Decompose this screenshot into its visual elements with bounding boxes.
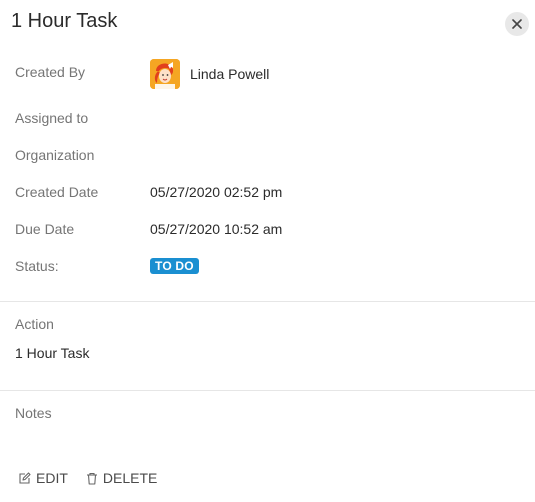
due-date-label: Due Date bbox=[15, 221, 75, 237]
notes-label: Notes bbox=[15, 405, 52, 421]
edit-icon bbox=[19, 471, 31, 484]
trash-icon bbox=[86, 472, 97, 485]
edit-button[interactable]: EDIT bbox=[18, 470, 68, 486]
close-button[interactable] bbox=[505, 12, 529, 36]
action-value: 1 Hour Task bbox=[15, 345, 90, 361]
status-label: Status: bbox=[15, 258, 59, 274]
footer-actions: EDIT DELETE bbox=[18, 470, 175, 486]
delete-button[interactable]: DELETE bbox=[86, 470, 157, 486]
avatar bbox=[150, 59, 180, 89]
task-details-panel: 1 Hour Task Created By Linda Powell Assi… bbox=[0, 0, 535, 502]
created-date-value: 05/27/2020 02:52 pm bbox=[150, 184, 283, 200]
assigned-to-label: Assigned to bbox=[15, 110, 89, 126]
divider bbox=[0, 390, 535, 391]
delete-label: DELETE bbox=[102, 470, 158, 486]
creator-name: Linda Powell bbox=[190, 66, 270, 82]
due-date-value: 05/27/2020 10:52 am bbox=[150, 221, 283, 237]
edit-label: EDIT bbox=[36, 470, 68, 486]
organization-label: Organization bbox=[15, 147, 95, 163]
divider bbox=[0, 301, 535, 302]
creator[interactable]: Linda Powell bbox=[150, 59, 269, 89]
task-title: 1 Hour Task bbox=[11, 10, 118, 32]
close-icon bbox=[512, 19, 522, 29]
created-date-label: Created Date bbox=[15, 184, 99, 200]
action-label: Action bbox=[15, 316, 54, 332]
created-by-label: Created By bbox=[15, 64, 86, 80]
status-badge: TO DO bbox=[150, 258, 199, 274]
